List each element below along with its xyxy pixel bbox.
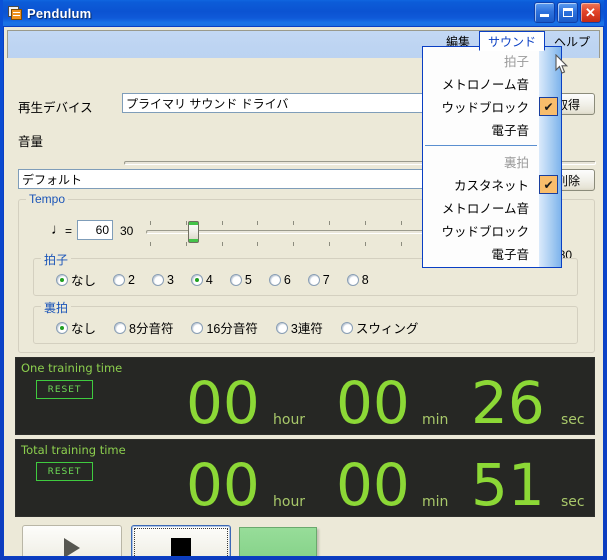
beat-radio-group: なし 2 3 4 5 6 7 8 bbox=[56, 270, 369, 289]
subbeat-radio-group: なし 8分音符 16分音符 3連符 スウィング bbox=[56, 318, 418, 337]
one-training-time-digits: 00 hour 00 min 26 sec bbox=[156, 358, 594, 434]
radio-dot-icon bbox=[56, 273, 68, 286]
dropdown-item-subbeat-electronic[interactable]: 電子音 bbox=[423, 242, 561, 265]
total-training-time-reset-button[interactable]: RESET bbox=[36, 462, 93, 481]
total-hours-unit: hour bbox=[273, 494, 306, 510]
radio-dot-icon bbox=[113, 273, 126, 286]
subbeat-option-swing[interactable]: スウィング bbox=[340, 318, 418, 337]
tempo-slider-thumb[interactable] bbox=[188, 221, 199, 243]
radio-dot-icon bbox=[275, 321, 288, 334]
volume-label: 音量 bbox=[18, 135, 44, 149]
app-window: Pendulum ✕ 編集 サウンド ヘルプ 再生デバイス プライマリ サウンド… bbox=[0, 0, 607, 560]
play-icon bbox=[64, 538, 80, 556]
beat-option-none[interactable]: なし bbox=[56, 270, 96, 289]
radio-dot-icon bbox=[340, 321, 353, 334]
subbeat-option-sixteenth[interactable]: 16分音符 bbox=[191, 318, 258, 337]
total-seconds-unit: sec bbox=[561, 494, 585, 510]
app-window-icon bbox=[7, 5, 23, 21]
total-seconds-value: 51 bbox=[471, 451, 545, 519]
check-icon: ✔ bbox=[539, 97, 558, 116]
sound-dropdown-menu: 拍子 メトロノーム音 ウッドブロック ✔ 電子音 裏拍 カスタネット ✔ メトロ… bbox=[422, 46, 562, 268]
radio-dot-icon bbox=[268, 273, 281, 286]
radio-dot-icon bbox=[114, 321, 127, 334]
beat-option-4[interactable]: 4 bbox=[190, 273, 213, 287]
subbeat-group-title: 裏拍 bbox=[41, 299, 72, 316]
one-seconds-value: 26 bbox=[471, 369, 545, 437]
dropdown-item-subbeat-metronome[interactable]: メトロノーム音 bbox=[423, 196, 561, 219]
beat-option-7[interactable]: 7 bbox=[307, 273, 330, 287]
total-hours-value: 00 bbox=[186, 451, 260, 519]
title-bar[interactable]: Pendulum ✕ bbox=[3, 0, 604, 26]
beat-option-3[interactable]: 3 bbox=[151, 273, 174, 287]
beat-option-8[interactable]: 8 bbox=[346, 273, 369, 287]
check-icon: ✔ bbox=[539, 175, 558, 194]
maximize-button[interactable] bbox=[557, 2, 578, 23]
one-hours-value: 00 bbox=[186, 369, 260, 437]
stop-icon bbox=[171, 538, 191, 556]
subbeat-option-eighth[interactable]: 8分音符 bbox=[114, 318, 173, 337]
play-button[interactable] bbox=[22, 525, 122, 556]
window-title: Pendulum bbox=[27, 5, 92, 21]
minimize-button[interactable] bbox=[534, 2, 555, 23]
device-label: 再生デバイス bbox=[18, 101, 93, 115]
subbeat-groupbox: 裏拍 なし 8分音符 16分音符 3連符 スウィング bbox=[33, 299, 578, 344]
radio-dot-icon bbox=[191, 321, 204, 334]
dropdown-item-beat-woodblock[interactable]: ウッドブロック ✔ bbox=[423, 95, 561, 118]
maximize-icon bbox=[562, 8, 573, 17]
beat-group-title: 拍子 bbox=[41, 251, 72, 268]
menu-sound[interactable]: サウンド bbox=[478, 31, 545, 51]
one-minutes-unit: min bbox=[422, 412, 449, 428]
client-area: 編集 サウンド ヘルプ 再生デバイス 取得 音量 bbox=[3, 26, 604, 557]
one-hours-unit: hour bbox=[273, 412, 306, 428]
dropdown-separator bbox=[425, 145, 537, 146]
dropdown-item-subbeat-castanet[interactable]: カスタネット ✔ bbox=[423, 173, 561, 196]
bpm-input[interactable] bbox=[77, 220, 113, 240]
minimize-icon bbox=[540, 14, 549, 17]
close-icon: ✕ bbox=[585, 4, 596, 20]
subbeat-option-none[interactable]: なし bbox=[56, 318, 96, 337]
one-training-time-reset-button[interactable]: RESET bbox=[36, 380, 93, 399]
one-training-time-panel: One training time RESET 00 hour 00 min 2… bbox=[15, 357, 595, 435]
beat-option-6[interactable]: 6 bbox=[268, 273, 291, 287]
tempo-min-label: 30 bbox=[120, 224, 134, 238]
beat-option-5[interactable]: 5 bbox=[229, 273, 252, 287]
radio-dot-icon bbox=[151, 273, 164, 286]
equals-sign: = bbox=[65, 224, 73, 238]
total-training-time-digits: 00 hour 00 min 51 sec bbox=[156, 440, 594, 516]
dropdown-item-beat-electronic[interactable]: 電子音 bbox=[423, 118, 561, 141]
subbeat-option-triplet[interactable]: 3連符 bbox=[275, 318, 323, 337]
dropdown-item-beat-metronome[interactable]: メトロノーム音 bbox=[423, 72, 561, 95]
one-minutes-value: 00 bbox=[336, 369, 410, 437]
radio-dot-icon bbox=[56, 321, 68, 334]
radio-dot-icon bbox=[229, 273, 242, 286]
dropdown-item-subbeat-woodblock[interactable]: ウッドブロック bbox=[423, 219, 561, 242]
one-training-time-title: One training time bbox=[21, 361, 123, 375]
radio-dot-icon bbox=[346, 273, 359, 286]
close-button[interactable]: ✕ bbox=[580, 2, 601, 23]
beat-option-2[interactable]: 2 bbox=[113, 273, 135, 287]
total-minutes-value: 00 bbox=[336, 451, 410, 519]
beat-indicator bbox=[239, 527, 317, 556]
dropdown-header-subbeat: 裏拍 bbox=[503, 156, 529, 170]
total-training-time-title: Total training time bbox=[21, 443, 126, 457]
stop-button[interactable] bbox=[131, 525, 231, 556]
radio-dot-icon bbox=[190, 273, 203, 286]
dropdown-header-beat: 拍子 bbox=[503, 55, 529, 69]
one-seconds-unit: sec bbox=[561, 412, 585, 428]
total-minutes-unit: min bbox=[422, 494, 449, 510]
total-training-time-panel: Total training time RESET 00 hour 00 min… bbox=[15, 439, 595, 517]
quarter-note-icon: ♩ bbox=[51, 221, 66, 238]
radio-dot-icon bbox=[307, 273, 320, 286]
window-controls: ✕ bbox=[534, 2, 601, 23]
tempo-group-title: Tempo bbox=[26, 192, 69, 206]
